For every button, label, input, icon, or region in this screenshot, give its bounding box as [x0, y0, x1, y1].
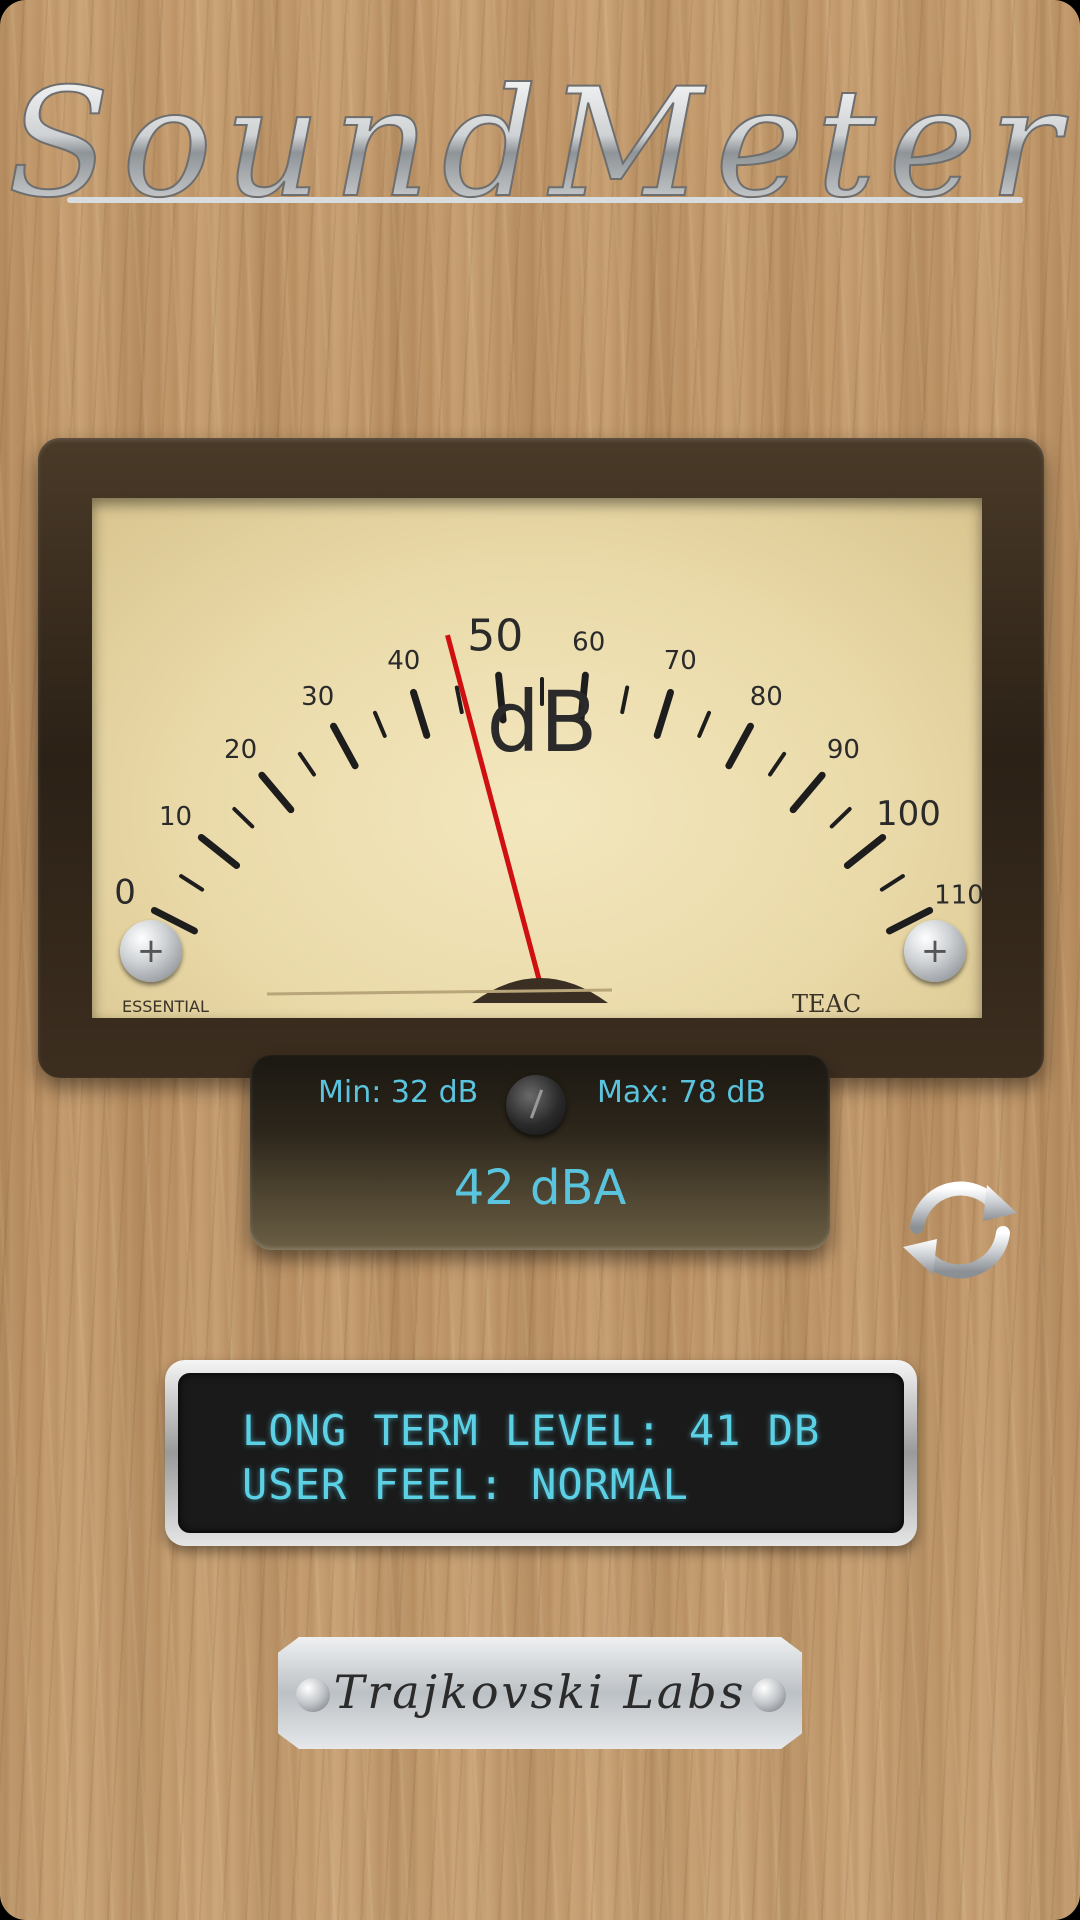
scale-major-tick	[258, 771, 295, 814]
scale-minor-tick	[697, 710, 711, 738]
meter-brand-right: TEAC	[792, 990, 861, 1018]
screw-icon	[296, 1678, 330, 1712]
scale-label: 30	[301, 682, 334, 712]
scale-minor-tick	[829, 807, 852, 829]
screw-icon	[904, 920, 966, 982]
scale-major-tick	[843, 833, 887, 869]
screw-icon	[120, 920, 182, 982]
scale-major-tick	[653, 688, 675, 739]
scale-label: 20	[224, 735, 257, 765]
scale-minor-tick	[768, 751, 787, 777]
user-feel: USER FEEL: NORMAL	[242, 1460, 689, 1509]
long-term-level: LONG TERM LEVEL: 41 DB	[242, 1406, 821, 1455]
max-value: Max: 78 dB	[597, 1075, 766, 1110]
scale-minor-tick	[232, 807, 255, 829]
scale-label: 0	[114, 873, 136, 913]
min-value: Min: 32 dB	[318, 1075, 479, 1110]
meter-unit-label: dB	[487, 673, 598, 771]
app-title: SoundMeter	[6, 60, 1072, 230]
sound-meter-screen: SoundMeter 0 10 20 30 40 50 60 70 80 90 100 110 dB …	[0, 0, 1080, 1920]
scale-label: 90	[827, 735, 860, 765]
scale-minor-tick	[373, 710, 387, 738]
scale-major-tick	[409, 688, 431, 739]
scale-major-tick	[789, 771, 826, 814]
scale-minor-tick	[879, 874, 905, 892]
meter-brand-left: ESSENTIAL	[122, 997, 209, 1016]
current-level: 42 dBA	[453, 1160, 627, 1216]
scale-label: 80	[750, 682, 783, 712]
svg-text:SoundMeter: SoundMeter	[7, 60, 1072, 230]
scale-label: 50	[467, 610, 523, 661]
scale-label: 10	[159, 802, 192, 832]
calibration-knob-icon[interactable]	[506, 1075, 566, 1135]
refresh-icon[interactable]	[895, 1175, 1025, 1285]
scale-major-tick	[197, 833, 241, 869]
scale-minor-tick	[297, 751, 316, 777]
scale-label: 40	[387, 646, 420, 676]
scale-label: 110	[934, 881, 982, 911]
scale-minor-tick	[179, 874, 205, 892]
scale-label: 100	[876, 794, 941, 834]
scale-major-tick	[330, 722, 359, 770]
analog-vu-meter: 0 10 20 30 40 50 60 70 80 90 100 110 dB ESSENTIAL T…	[114, 610, 982, 1018]
screw-icon	[752, 1678, 786, 1712]
scale-major-tick	[725, 722, 754, 770]
developer-name: Trajkovski Labs	[333, 1665, 747, 1719]
scale-label: 60	[572, 627, 605, 657]
scale-label: 70	[664, 646, 697, 676]
scale-minor-tick	[620, 685, 630, 715]
